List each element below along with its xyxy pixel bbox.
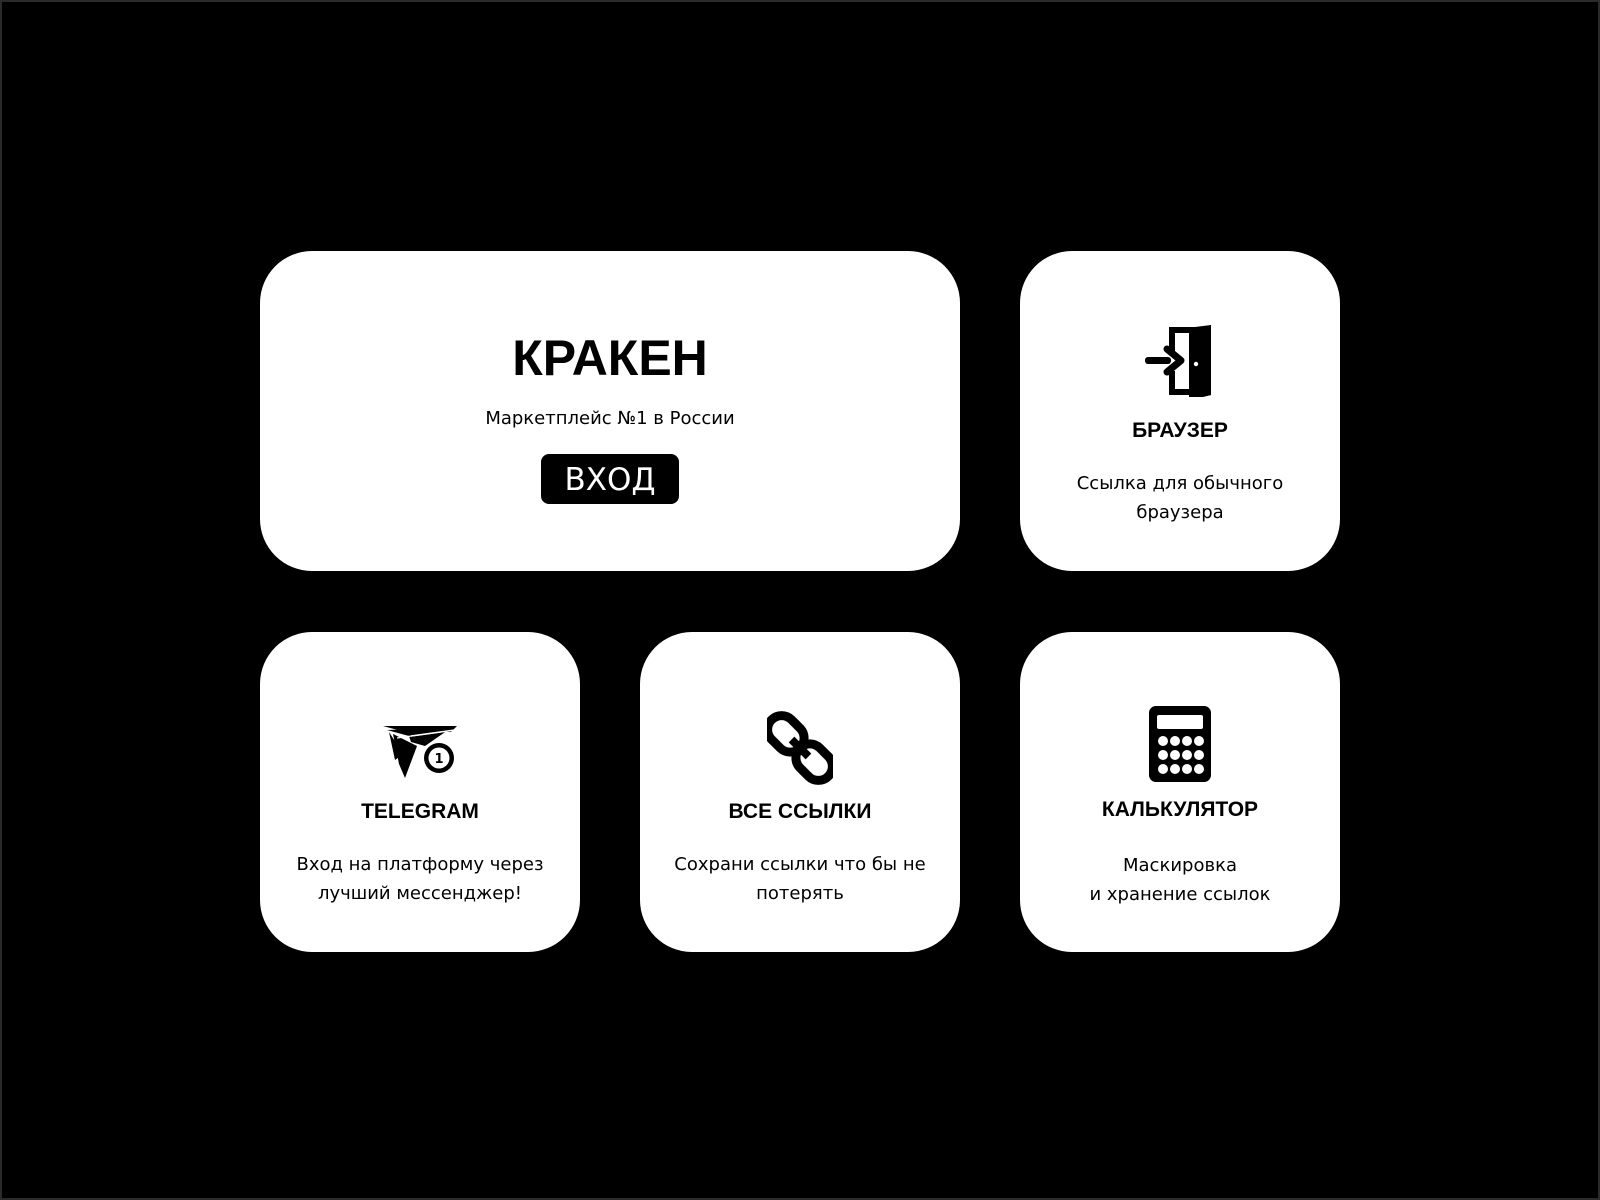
browser-desc-line-1: Ссылка для обычного: [1076, 473, 1284, 494]
paper-plane-notification-icon: 1: [381, 724, 459, 784]
page-frame: [0, 0, 1600, 1200]
hero-title: КРАКЕН: [512, 330, 708, 386]
all-links-title: ВСЕ ССЫЛКИ: [728, 800, 872, 823]
all-links-description: Сохрани ссылки что бы не потерять: [650, 850, 950, 908]
enter-button[interactable]: ВХОД: [541, 454, 679, 504]
browser-title: БРАУЗЕР: [1132, 419, 1228, 442]
all-links-card[interactable]: ВСЕ ССЫЛКИ Сохрани ссылки что бы не поте…: [640, 632, 960, 952]
calculator-icon: [1149, 706, 1211, 786]
calculator-title: КАЛЬКУЛЯТОР: [1101, 798, 1259, 821]
telegram-desc-line-2: лучший мессенджер!: [317, 883, 523, 904]
telegram-card[interactable]: 1 TELEGRAM Вход на платформу через лучши…: [260, 632, 580, 952]
telegram-desc-line-1: Вход на платформу через: [296, 854, 544, 875]
browser-card[interactable]: БРАУЗЕР Ссылка для обычного браузера: [1020, 251, 1340, 571]
calculator-desc-line-2: и хранение ссылок: [1089, 884, 1271, 905]
browser-desc-line-2: браузера: [1136, 502, 1224, 523]
all-links-desc-line-2: потерять: [756, 883, 844, 904]
calculator-desc-line-1: Маскировка: [1123, 855, 1237, 876]
chain-link-icon: [763, 710, 837, 790]
all-links-desc-line-1: Сохрани ссылки что бы не: [674, 854, 926, 875]
hero-subtitle: Маркетплейс №1 в России: [485, 408, 735, 429]
telegram-badge-count: 1: [434, 752, 443, 767]
door-enter-icon: [1145, 325, 1215, 401]
browser-description: Ссылка для обычного браузера: [1030, 469, 1330, 527]
calculator-description: Маскировка и хранение ссылок: [1030, 851, 1330, 909]
telegram-title: TELEGRAM: [361, 800, 479, 823]
telegram-description: Вход на платформу через лучший мессендже…: [270, 850, 570, 908]
calculator-card[interactable]: КАЛЬКУЛЯТОР Маскировка и хранение ссылок: [1020, 632, 1340, 952]
